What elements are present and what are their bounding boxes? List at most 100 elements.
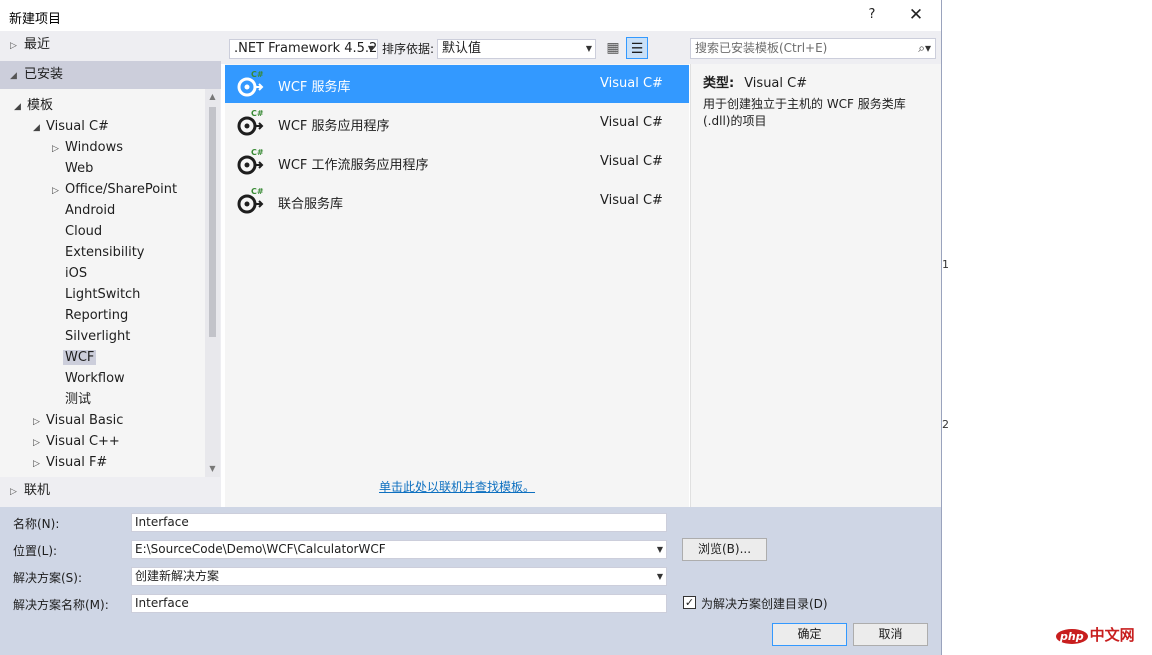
tree-item[interactable]: ▷ Visual F# bbox=[33, 453, 107, 473]
create-directory-label[interactable]: 为解决方案创建目录(D) bbox=[701, 595, 828, 612]
tree-item[interactable]: Android bbox=[52, 201, 115, 221]
browse-button[interactable]: 浏览(B)... bbox=[682, 538, 767, 561]
expand-arrow-icon[interactable]: ▷ bbox=[52, 139, 65, 159]
category-online-label: 联机 bbox=[24, 483, 51, 498]
category-recent[interactable]: ▷ 最近 bbox=[0, 31, 221, 59]
expand-arrow-icon[interactable]: ▷ bbox=[33, 433, 46, 453]
tree-item[interactable]: LightSwitch bbox=[52, 285, 140, 305]
template-row[interactable]: C# WCF 服务库 Visual C# bbox=[225, 65, 689, 103]
tree-item-label: Windows bbox=[65, 140, 124, 155]
search-icon[interactable]: ⌕▾ bbox=[918, 39, 931, 58]
solution-name-input[interactable]: Interface bbox=[131, 594, 667, 613]
template-description: 用于创建独立于主机的 WCF 服务类库 (.dll)的项目 bbox=[703, 97, 906, 128]
create-directory-checkbox[interactable]: ✓ bbox=[683, 596, 696, 609]
collapse-arrow-icon[interactable]: ◢ bbox=[14, 97, 27, 117]
new-project-dialog: 新建项目 ? ✕ ▷ 最近 ◢ 已安装 ◢ 模板 ◢ Visual C# ▷ Windows W… bbox=[0, 0, 942, 655]
project-name-value: Interface bbox=[135, 515, 189, 529]
side-number: 1 bbox=[942, 258, 949, 271]
tree-scrollbar[interactable]: ▲ ▼ bbox=[205, 89, 220, 477]
wcf-service-icon: C# bbox=[235, 69, 265, 99]
sort-dropdown[interactable]: 默认值 ▼ bbox=[437, 39, 596, 59]
cancel-button[interactable]: 取消 bbox=[853, 623, 928, 646]
list-view-icon[interactable]: ☰ bbox=[626, 37, 648, 59]
close-button[interactable]: ✕ bbox=[896, 3, 936, 27]
template-row[interactable]: C# WCF 服务应用程序 Visual C# bbox=[225, 104, 689, 142]
tree-item[interactable]: ▷ Visual C++ bbox=[33, 432, 120, 452]
template-row[interactable]: C# WCF 工作流服务应用程序 Visual C# bbox=[225, 143, 689, 181]
chevron-down-icon: ▼ bbox=[585, 44, 592, 53]
tree-item[interactable]: iOS bbox=[52, 264, 87, 284]
tree-item-label: Workflow bbox=[65, 371, 125, 386]
tree-item[interactable]: Reporting bbox=[52, 306, 128, 326]
category-recent-label: 最近 bbox=[24, 37, 51, 52]
tree-item-label: 模板 bbox=[27, 98, 54, 113]
help-button[interactable]: ? bbox=[852, 3, 892, 27]
collapse-arrow-icon: ◢ bbox=[10, 71, 17, 81]
tree-item-label: Android bbox=[65, 203, 116, 218]
svg-text:C#: C# bbox=[251, 148, 264, 157]
solution-label: 解决方案(S): bbox=[13, 571, 83, 585]
template-language: Visual C# bbox=[600, 193, 663, 208]
project-name-input[interactable]: Interface bbox=[131, 513, 667, 532]
tree-item-label: Visual F# bbox=[46, 455, 108, 470]
tree-item-label: WCF bbox=[63, 350, 97, 365]
framework-dropdown[interactable]: .NET Framework 4.5.2 ▼ bbox=[229, 39, 378, 59]
expand-arrow-icon[interactable]: ▷ bbox=[33, 454, 46, 474]
expand-arrow-icon[interactable]: ▷ bbox=[52, 181, 65, 201]
solution-name-label: 解决方案名称(M): bbox=[13, 598, 109, 612]
scroll-down-icon[interactable]: ▼ bbox=[205, 461, 220, 477]
location-value: E:\SourceCode\Demo\WCF\CalculatorWCF bbox=[135, 542, 386, 556]
scroll-thumb[interactable] bbox=[209, 107, 216, 337]
tree-item[interactable]: Workflow bbox=[52, 369, 125, 389]
template-search-input[interactable]: 搜索已安装模板(Ctrl+E) ⌕▾ bbox=[690, 38, 936, 59]
template-row[interactable]: C# 联合服务库 Visual C# bbox=[225, 182, 689, 220]
scroll-up-icon[interactable]: ▲ bbox=[205, 89, 220, 105]
svg-text:C#: C# bbox=[251, 70, 264, 79]
description-panel: 类型: Visual C# 用于创建独立于主机的 WCF 服务类库 (.dll)的… bbox=[690, 64, 941, 507]
template-language: Visual C# bbox=[600, 115, 663, 130]
tree-item[interactable]: ▷ Office/SharePoint bbox=[52, 180, 177, 200]
grid-view-icon[interactable]: ▦ bbox=[602, 37, 624, 59]
tree-item-label: LightSwitch bbox=[65, 287, 141, 302]
tree-item[interactable]: ▷ Windows bbox=[52, 138, 123, 158]
sort-label: 排序依据: bbox=[382, 42, 435, 56]
location-label: 位置(L): bbox=[13, 544, 58, 558]
tree-item[interactable]: Extensibility bbox=[52, 243, 145, 263]
template-toolbar: .NET Framework 4.5.2 ▼ 排序依据: 默认值 ▼ ▦ ☰ 搜… bbox=[221, 31, 941, 64]
tree-item-label: iOS bbox=[65, 266, 88, 281]
tree-item-label: Visual C# bbox=[46, 119, 109, 134]
sort-value: 默认值 bbox=[442, 41, 482, 56]
svg-text:C#: C# bbox=[251, 187, 264, 196]
tree-item[interactable]: ▷ Visual Basic bbox=[33, 411, 123, 431]
template-list: 单击此处以联机并查找模板。 C# WCF 服务库 Visual C# C# WCF 服务… bbox=[225, 64, 689, 507]
solution-dropdown[interactable]: 创建新解决方案 ▼ bbox=[131, 567, 667, 586]
expand-arrow-icon[interactable]: ▷ bbox=[33, 412, 46, 432]
template-tree: ◢ 模板 ◢ Visual C# ▷ Windows Web ▷ Office/SharePoi… bbox=[0, 89, 205, 477]
tree-item-label: 测试 bbox=[65, 392, 92, 407]
wcf-service-icon: C# bbox=[235, 147, 265, 177]
ok-button[interactable]: 确定 bbox=[772, 623, 847, 646]
tree-item[interactable]: Web bbox=[52, 159, 93, 179]
php-cn-logo: php 中文网 bbox=[1056, 624, 1135, 645]
collapse-arrow-icon[interactable]: ◢ bbox=[33, 118, 46, 138]
tree-item-label: Visual C++ bbox=[46, 434, 120, 449]
tree-item[interactable]: 测试 bbox=[52, 390, 91, 410]
online-templates-link[interactable]: 单击此处以联机并查找模板。 bbox=[379, 478, 535, 495]
category-installed[interactable]: ◢ 已安装 bbox=[0, 61, 221, 89]
location-dropdown[interactable]: E:\SourceCode\Demo\WCF\CalculatorWCF ▼ bbox=[131, 540, 667, 559]
side-number: 2 bbox=[942, 418, 949, 431]
name-label: 名称(N): bbox=[13, 517, 60, 531]
template-language: Visual C# bbox=[600, 154, 663, 169]
wcf-service-icon: C# bbox=[235, 186, 265, 216]
wcf-service-icon: C# bbox=[235, 108, 265, 138]
framework-value: .NET Framework 4.5.2 bbox=[234, 41, 378, 56]
tree-item-label: Silverlight bbox=[65, 329, 131, 344]
category-online[interactable]: ▷ 联机 bbox=[0, 477, 221, 505]
tree-item[interactable]: WCF bbox=[52, 348, 97, 368]
tree-item[interactable]: ◢ Visual C# bbox=[33, 117, 109, 137]
tree-item[interactable]: ◢ 模板 bbox=[14, 96, 53, 116]
tree-item[interactable]: Silverlight bbox=[52, 327, 130, 347]
tree-item[interactable]: Cloud bbox=[52, 222, 102, 242]
solution-name-value: Interface bbox=[135, 596, 189, 610]
template-name: 联合服务库 bbox=[278, 197, 344, 212]
